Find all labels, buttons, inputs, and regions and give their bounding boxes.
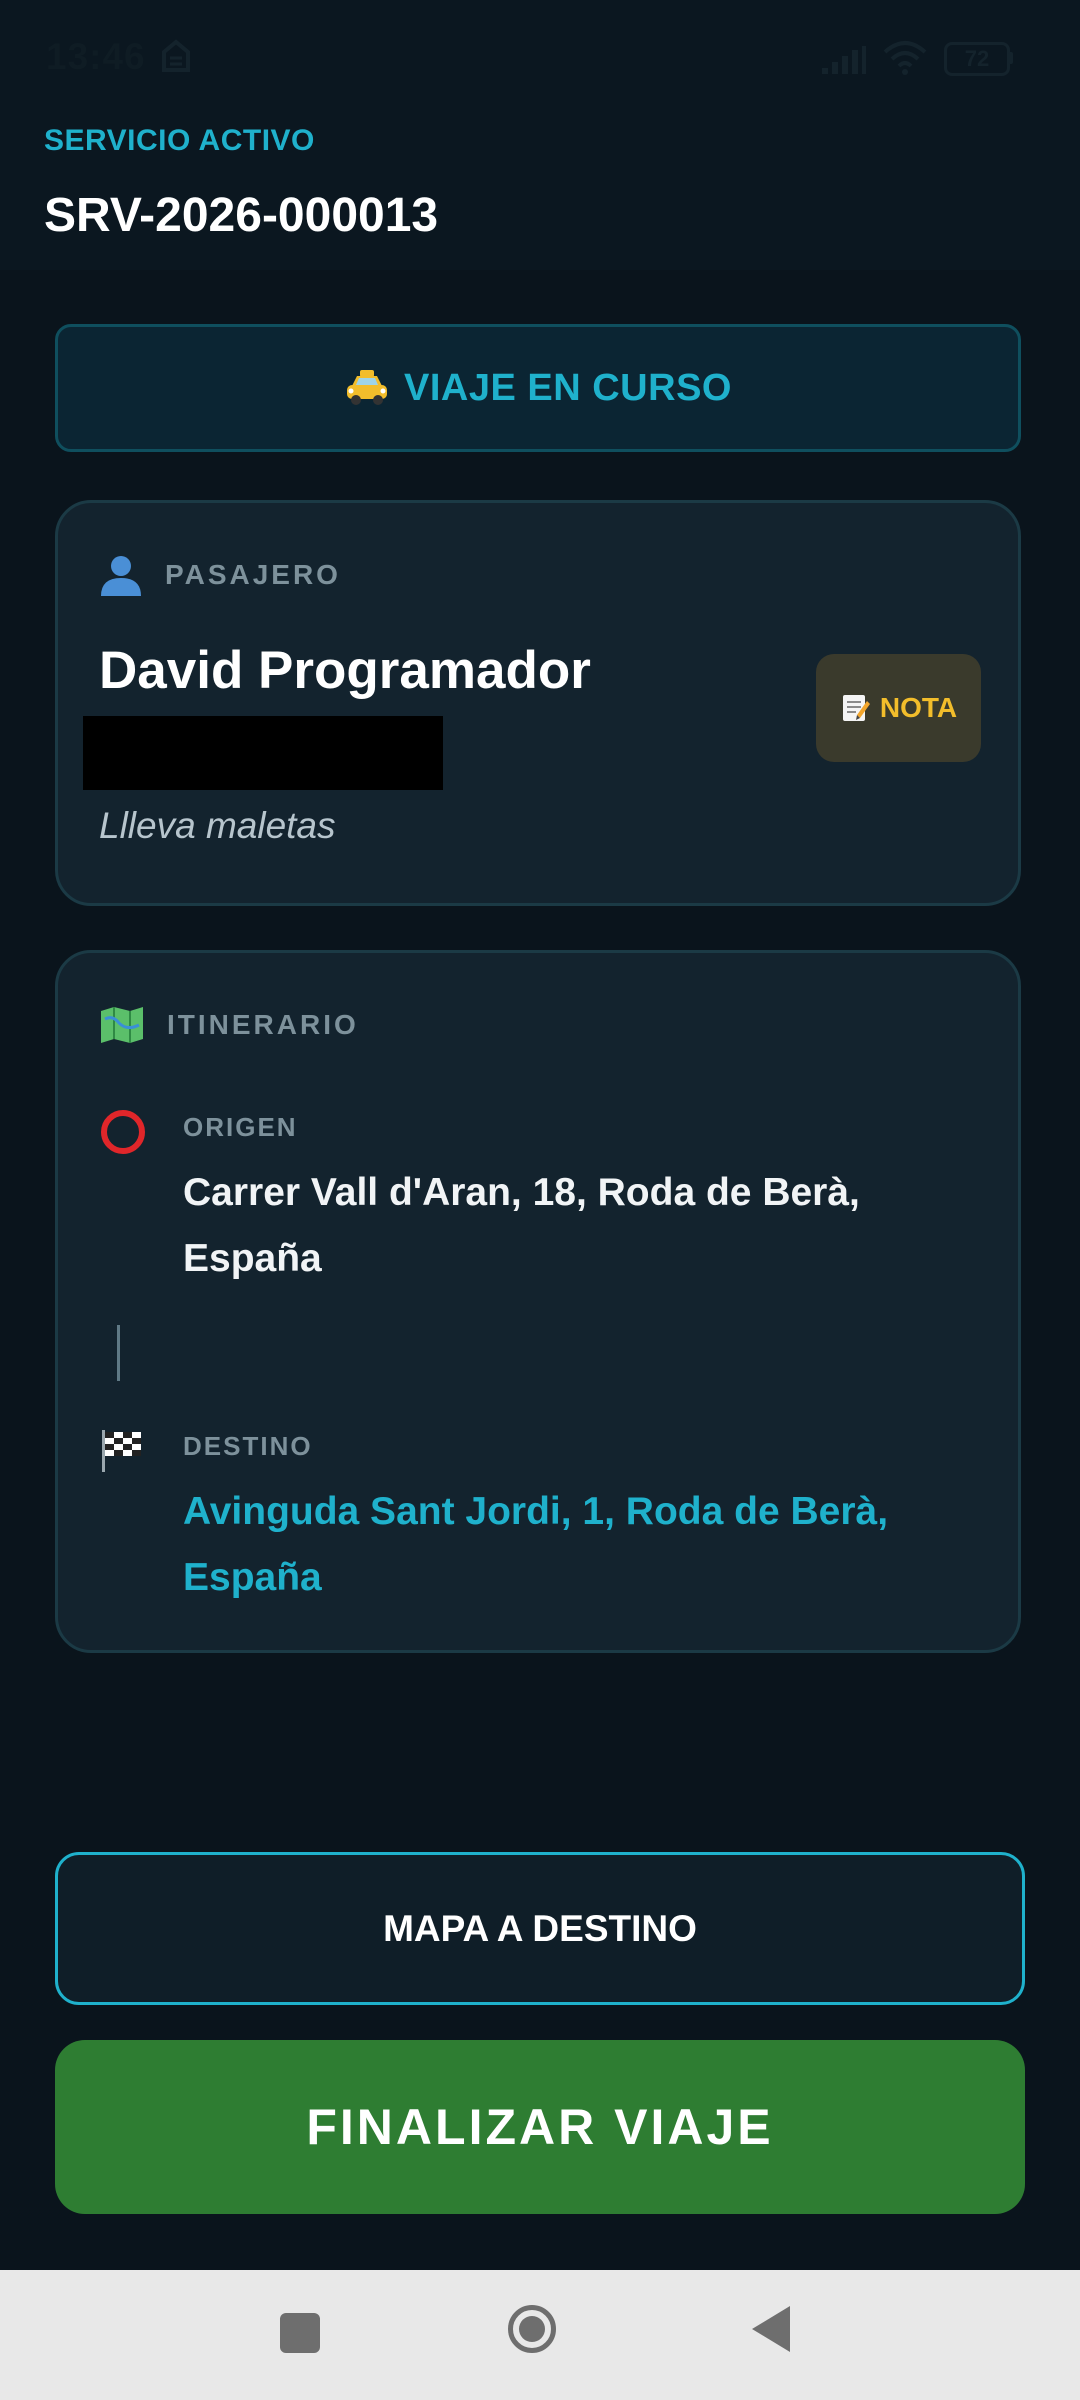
status-time: 13:46	[46, 36, 146, 77]
route-connector	[117, 1325, 120, 1381]
destination-label: DESTINO	[183, 1431, 313, 1461]
itinerary-section-label: ITINERARIO	[167, 1009, 359, 1040]
person-icon	[101, 556, 141, 596]
service-id: SRV-2026-000013	[44, 189, 439, 242]
passenger-section-label: PASAJERO	[165, 559, 341, 590]
redacted-block	[83, 716, 443, 790]
map-to-destination-button[interactable]: MAPA A DESTINO	[55, 1852, 1025, 2005]
origin-circle-icon	[101, 1110, 145, 1154]
map-icon	[101, 1007, 143, 1043]
origin-label: ORIGEN	[183, 1112, 298, 1142]
signal-icon	[822, 46, 866, 74]
taxi-icon	[347, 370, 388, 405]
battery-tip	[1008, 52, 1013, 64]
notification-icon	[162, 39, 190, 72]
back-icon[interactable]	[752, 2306, 790, 2352]
passenger-section-header: PASAJERO	[99, 554, 341, 596]
note-button[interactable]: NOTA	[816, 654, 981, 762]
checkered-flag-icon	[102, 1430, 141, 1472]
finish-trip-button[interactable]: FINALIZAR VIAJE	[55, 2040, 1025, 2214]
passenger-name: David Programador	[99, 641, 591, 700]
trip-status-banner: VIAJE EN CURSO	[55, 324, 1021, 452]
home-icon-center	[519, 2316, 545, 2342]
itinerary-section-header: ITINERARIO	[99, 1005, 359, 1045]
passenger-note: Llleva maletas	[99, 805, 336, 846]
memo-icon	[842, 695, 870, 721]
destination-address: Avinguda Sant Jordi, 1, Roda de Berà, Es…	[183, 1490, 889, 1599]
wifi-icon	[883, 41, 927, 75]
trip-status-text: VIAJE EN CURSO	[404, 366, 732, 409]
recents-icon[interactable]	[280, 2313, 320, 2353]
header-label: SERVICIO ACTIVO	[44, 124, 315, 157]
note-button-label: NOTA	[879, 692, 958, 723]
origin-address: Carrer Vall d'Aran, 18, Roda de Berà, Es…	[183, 1171, 860, 1280]
battery-icon: 72	[944, 42, 1010, 76]
